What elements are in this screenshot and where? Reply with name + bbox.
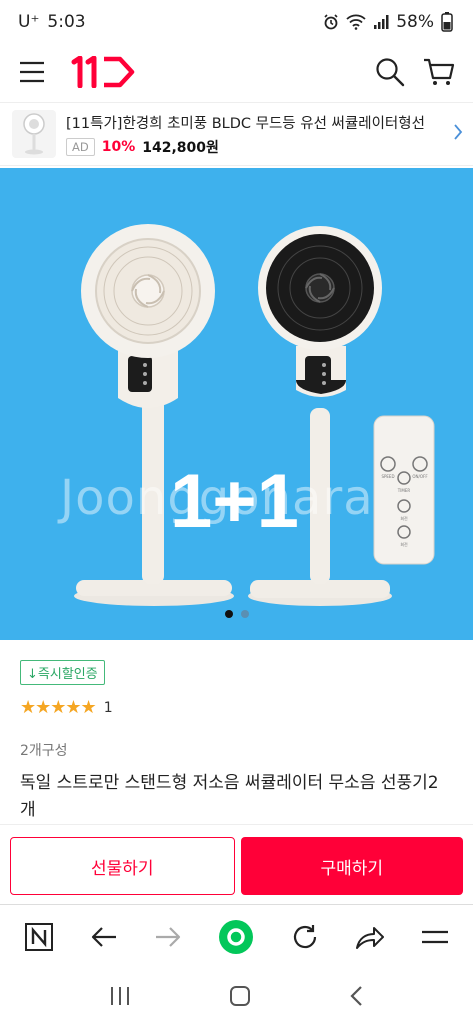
refresh-icon[interactable]	[291, 923, 319, 951]
ad-thumbnail	[12, 110, 56, 158]
rating[interactable]: ★★★★★ 1	[20, 697, 453, 718]
browser-toolbar	[0, 904, 473, 968]
ad-badge: AD	[66, 137, 95, 156]
carousel-indicator	[0, 610, 473, 618]
logo-11st[interactable]	[70, 56, 138, 88]
system-nav-bar	[0, 968, 473, 1024]
remote-label-timer: TIMER	[397, 488, 411, 493]
product-image-carousel[interactable]: SPEED ON/OFF TIMER 회전 회전 1+1 Joonggonara	[0, 168, 473, 640]
wifi-icon	[346, 14, 366, 30]
naver-home-icon[interactable]	[24, 922, 54, 952]
option-label: 2개구성	[20, 743, 68, 759]
ad-discount: 10%	[101, 138, 136, 155]
clock: 5:03	[47, 12, 86, 32]
back-icon[interactable]	[349, 984, 365, 1008]
black-fan-illustration	[248, 226, 392, 606]
search-icon[interactable]	[375, 57, 405, 87]
review-count: 1	[103, 699, 113, 716]
signal-icon	[373, 14, 389, 30]
watermark-text: Joonggonara	[60, 470, 374, 526]
remote-control-illustration: SPEED ON/OFF TIMER 회전 회전	[373, 415, 435, 565]
ad-title: [11특가]한경희 초미풍 BLDC 무드등 유선 써큘레이터형선	[66, 115, 425, 132]
remote-label-speed: SPEED	[381, 474, 394, 479]
chevron-right-icon	[453, 123, 463, 145]
browser-menu-icon[interactable]	[421, 927, 449, 947]
share-icon[interactable]	[355, 924, 385, 950]
carousel-dot-2[interactable]	[240, 610, 249, 618]
home-icon[interactable]	[228, 984, 252, 1008]
remote-label-onoff: ON/OFF	[412, 474, 428, 479]
purchase-bar: 선물하기 구매하기	[0, 824, 473, 904]
recents-icon[interactable]	[108, 985, 132, 1007]
product-image: SPEED ON/OFF TIMER 회전 회전	[74, 224, 435, 606]
top-nav	[0, 44, 473, 100]
remote-label-mode1: 회전	[400, 515, 408, 521]
gift-button[interactable]: 선물하기	[10, 837, 235, 895]
alarm-icon	[323, 14, 339, 30]
instant-discount-badge: ↓즉시할인증	[20, 660, 105, 685]
back-arrow-icon[interactable]	[90, 925, 118, 949]
battery-icon	[441, 12, 453, 32]
menu-icon[interactable]	[18, 60, 46, 84]
cart-icon[interactable]	[423, 57, 455, 87]
green-dot-icon[interactable]	[218, 919, 254, 955]
remote-label-mode2: 회전	[400, 541, 408, 547]
ad-price: 142,800원	[142, 139, 219, 156]
carrier-label: U⁺	[18, 12, 40, 32]
product-info: ↓즉시할인증 ★★★★★ 1 2개구성 독일 스트로만 스탠드형 저소음 써큘레…	[0, 640, 473, 824]
buy-button[interactable]: 구매하기	[240, 837, 463, 895]
white-fan-illustration	[74, 224, 234, 606]
carousel-dot-1[interactable]	[224, 610, 233, 618]
product-title: 독일 스트로만 스탠드형 저소음 써큘레이터 무소음 선풍기2개	[20, 773, 439, 821]
star-rating: ★★★★★	[20, 697, 97, 718]
forward-arrow-icon[interactable]	[154, 925, 182, 949]
sponsored-product-banner[interactable]: [11특가]한경희 초미풍 BLDC 무드등 유선 써큘레이터형선 AD 10%…	[0, 102, 473, 166]
battery-percent: 58%	[396, 12, 434, 32]
status-bar: U⁺ 5:03 58%	[0, 0, 473, 44]
